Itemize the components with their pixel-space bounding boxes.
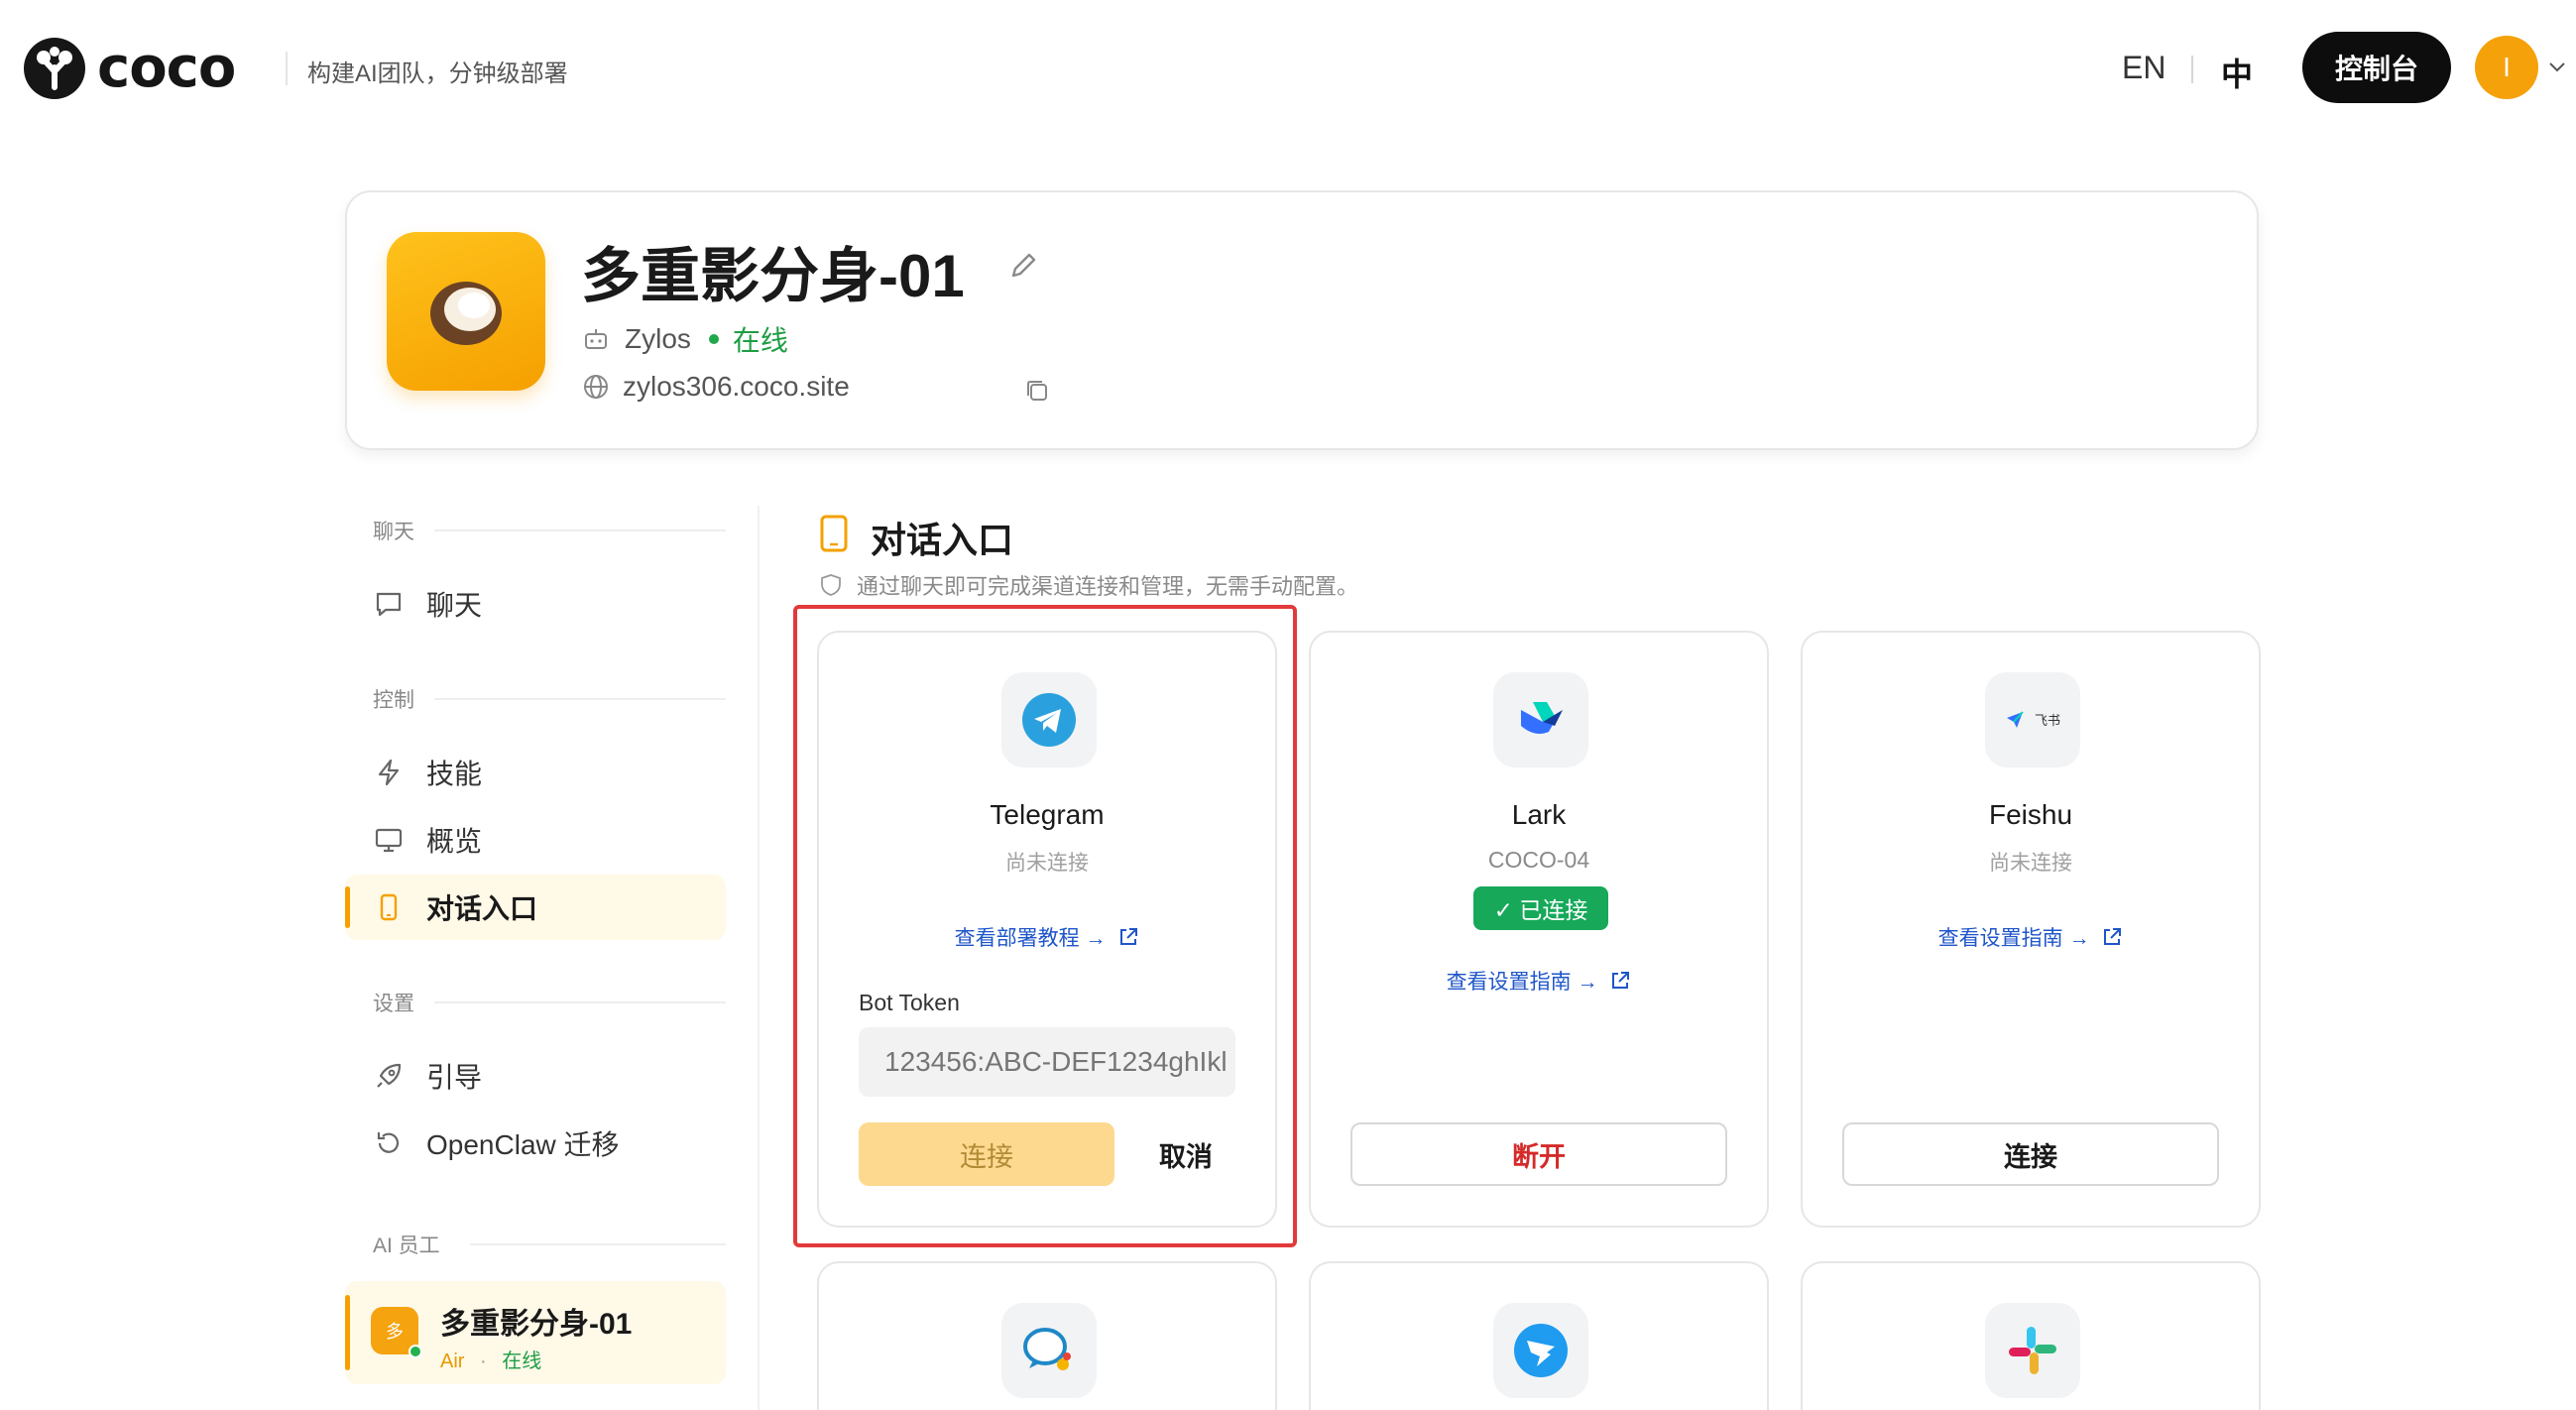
setup-guide-link[interactable]: 查看设置指南 → xyxy=(1803,922,2259,952)
language-zh-button[interactable]: 中 xyxy=(2221,50,2253,95)
connect-button[interactable]: 连接 xyxy=(859,1122,1114,1186)
sidebar-item-channels[interactable]: 对话入口 xyxy=(345,875,726,940)
shield-icon xyxy=(821,574,841,596)
section-title-control: 控制 xyxy=(373,689,414,712)
logo[interactable]: coco xyxy=(24,36,236,100)
sidebar-item-label: 引导 xyxy=(426,1062,483,1093)
bot-token-input[interactable] xyxy=(859,1027,1235,1097)
phone-icon xyxy=(820,515,848,552)
link-label: 查看设置指南 → xyxy=(1446,971,1598,994)
slack-icon xyxy=(1985,1303,2080,1398)
deploy-tutorial-link[interactable]: 查看部署教程 → xyxy=(819,922,1275,952)
rocket-icon xyxy=(377,1063,402,1088)
link-label: 查看部署教程 → xyxy=(954,927,1107,950)
sidebar-item-openclaw-migration[interactable]: OpenClaw 迁移 xyxy=(345,1111,726,1176)
phone-icon xyxy=(380,893,398,921)
meta-sep: · xyxy=(480,1351,487,1372)
divider xyxy=(286,52,288,85)
sidebar-item-label: OpenClaw 迁移 xyxy=(426,1129,620,1160)
external-link-icon xyxy=(2104,928,2122,945)
agent-list-item[interactable]: 多 多重影分身-01 Air · 在线 xyxy=(345,1281,726,1384)
disconnect-button[interactable]: 断开 xyxy=(1350,1122,1727,1186)
page-subtitle: 通过聊天即可完成渠道连接和管理，无需手动配置。 xyxy=(819,569,1358,601)
channel-name: Lark xyxy=(1511,799,1567,830)
sidebar-item-label: 概览 xyxy=(426,826,483,857)
channel-name: Feishu xyxy=(1988,799,2073,830)
agent-plan: Air xyxy=(440,1351,465,1372)
agent-domain-row: zylos306.coco.site xyxy=(581,371,850,403)
agent-status: 在线 xyxy=(732,325,788,356)
agent-list-status: 在线 xyxy=(502,1351,542,1372)
agent-owner-row: Zylos 在线 xyxy=(581,319,788,359)
section-title-settings: 设置 xyxy=(373,993,414,1015)
connect-button[interactable]: 连接 xyxy=(1842,1122,2219,1186)
channel-status: 尚未连接 xyxy=(1989,852,2072,875)
section-title-chat: 聊天 xyxy=(373,521,414,543)
channel-status: 尚未连接 xyxy=(1005,852,1089,875)
page-title: 对话入口 xyxy=(871,520,1014,560)
setup-guide-link[interactable]: 查看设置指南 → xyxy=(1311,966,1767,996)
sidebar-item-skills[interactable]: 技能 xyxy=(345,740,726,805)
divider xyxy=(2191,56,2193,83)
divider xyxy=(434,1001,726,1003)
agent-header-card: 多重影分身-01 Zylos 在线 zylos306.coco.site xyxy=(345,190,2259,450)
chat-bubbles-icon xyxy=(1001,1303,1097,1398)
channel-card-telegram: Telegram 尚未连接 查看部署教程 → Bot Token 连接 取消 xyxy=(817,631,1277,1228)
channel-card-lark: Lark COCO-04 ✓ 已连接 查看设置指南 → 断开 xyxy=(1309,631,1769,1228)
divider xyxy=(470,1243,726,1245)
coconut-icon xyxy=(387,232,545,391)
chat-icon xyxy=(376,592,402,617)
channel-card-feishu: 飞书 Feishu 尚未连接 查看设置指南 → 连接 xyxy=(1801,631,2261,1228)
channel-card-dingtalk[interactable] xyxy=(1309,1261,1769,1410)
external-link-icon xyxy=(1120,928,1138,945)
top-bar: coco 构建AI团队，分钟级部署 EN 中 控制台 I xyxy=(0,0,2576,139)
agent-owner: Zylos xyxy=(625,323,691,354)
feishu-icon-text: 飞书 xyxy=(2035,713,2061,728)
monitor-icon xyxy=(375,828,403,853)
status-dot xyxy=(708,334,719,344)
page-subtitle-text: 通过聊天即可完成渠道连接和管理，无需手动配置。 xyxy=(857,574,1359,599)
logo-text: coco xyxy=(97,36,236,100)
robot-icon xyxy=(585,329,607,349)
sidebar-item-label: 对话入口 xyxy=(426,893,538,924)
channel-account: COCO-04 xyxy=(1487,847,1590,873)
link-label: 查看设置指南 → xyxy=(1937,927,2090,950)
user-avatar[interactable]: I xyxy=(2475,36,2538,99)
cancel-button[interactable]: 取消 xyxy=(1136,1122,1235,1186)
chevron-down-icon[interactable] xyxy=(2546,56,2568,77)
sidebar-item-overview[interactable]: 概览 xyxy=(345,807,726,873)
refresh-icon xyxy=(377,1132,400,1153)
telegram-icon xyxy=(1001,672,1097,767)
edit-icon[interactable] xyxy=(1005,248,1041,284)
sidebar-item-label: 技能 xyxy=(426,759,483,789)
copy-icon[interactable] xyxy=(1021,375,1053,407)
section-title-ai-staff: AI 员工 xyxy=(373,1234,440,1257)
sidebar-item-label: 聊天 xyxy=(426,590,483,621)
external-link-icon xyxy=(1612,972,1630,989)
sidebar-item-chat[interactable]: 聊天 xyxy=(345,571,726,637)
globe-icon xyxy=(584,375,608,399)
coco-logo-icon xyxy=(24,37,85,99)
agent-domain: zylos306.coco.site xyxy=(623,371,850,402)
bolt-icon xyxy=(378,759,400,786)
feishu-icon: 飞书 xyxy=(1985,672,2080,767)
divider xyxy=(758,506,760,1410)
divider xyxy=(434,698,726,700)
channel-name: Telegram xyxy=(990,799,1105,830)
tagline: 构建AI团队，分钟级部署 xyxy=(307,60,568,87)
status-dot xyxy=(409,1345,422,1358)
sidebar-item-guide[interactable]: 引导 xyxy=(345,1043,726,1109)
agent-list-meta: Air · 在线 xyxy=(440,1345,541,1373)
connected-badge: ✓ 已连接 xyxy=(1473,886,1608,930)
console-button[interactable]: 控制台 xyxy=(2302,32,2451,103)
language-en-button[interactable]: EN xyxy=(2122,50,2166,86)
agent-name: 多重影分身-01 xyxy=(581,243,965,309)
bot-token-label: Bot Token xyxy=(859,990,960,1015)
lark-icon xyxy=(1493,672,1588,767)
channel-card-slack[interactable] xyxy=(1801,1261,2261,1410)
divider xyxy=(434,529,726,531)
dingtalk-icon xyxy=(1493,1303,1588,1398)
agent-list-name: 多重影分身-01 xyxy=(440,1308,633,1341)
channel-card-chat-app[interactable] xyxy=(817,1261,1277,1410)
